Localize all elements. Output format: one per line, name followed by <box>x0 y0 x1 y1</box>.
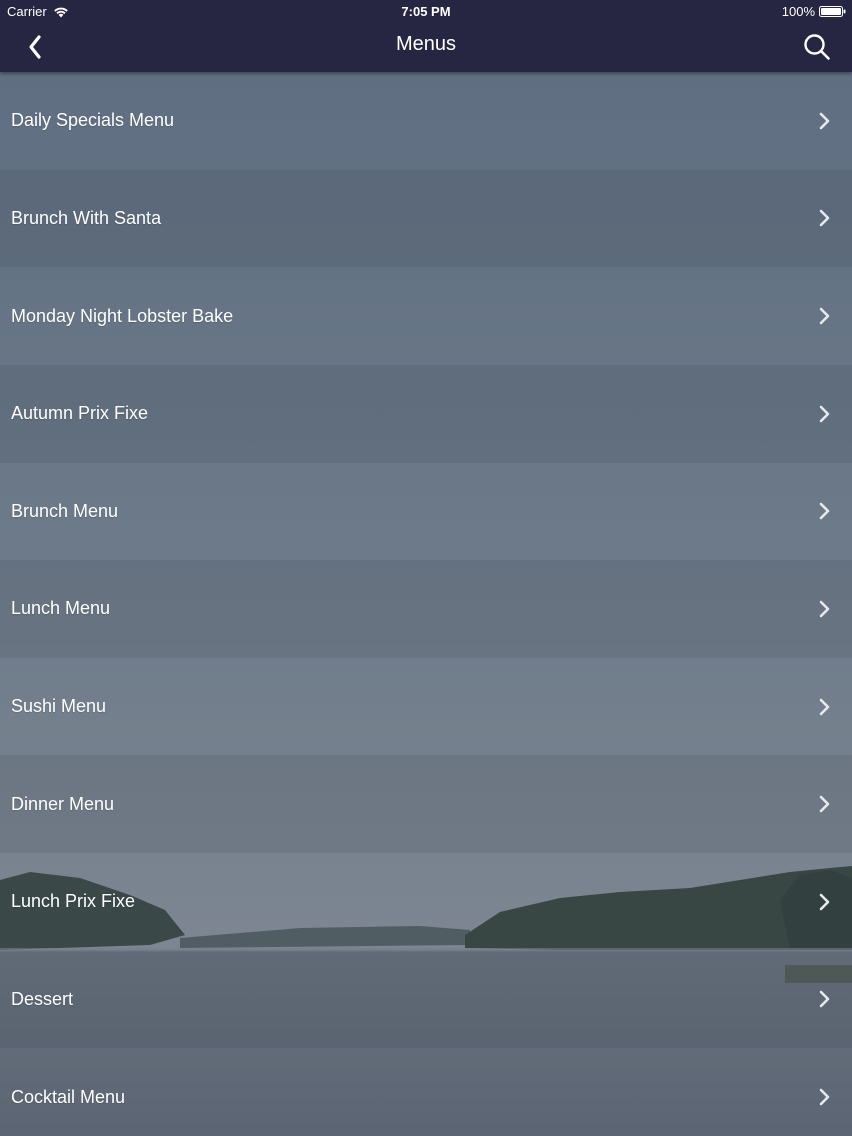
menu-item-label: Monday Night Lobster Bake <box>11 305 234 326</box>
search-icon <box>804 34 830 60</box>
menu-item-label: Autumn Prix Fixe <box>11 403 149 424</box>
menu-item-daily-specials[interactable]: Daily Specials Menu <box>0 72 852 170</box>
menu-list: Daily Specials Menu Brunch With Santa Mo… <box>0 72 852 1136</box>
menu-item-label: Lunch Prix Fixe <box>11 891 136 912</box>
chevron-right-icon <box>819 503 830 520</box>
menu-item-label: Dessert <box>11 988 74 1009</box>
menus-screen: Carrier 7:05 PM 100% Menus Daily Special… <box>0 0 852 1136</box>
status-bar: Carrier 7:05 PM 100% <box>0 0 852 24</box>
menu-item-label: Brunch Menu <box>11 500 119 521</box>
menu-item-label: Cocktail Menu <box>11 1086 126 1107</box>
chevron-right-icon <box>819 698 830 715</box>
chevron-right-icon <box>819 1088 830 1106</box>
menu-item-monday-night-lobster-bake[interactable]: Monday Night Lobster Bake <box>0 267 852 365</box>
chevron-right-icon <box>819 307 830 325</box>
top-bar: Carrier 7:05 PM 100% Menus <box>0 0 852 72</box>
menu-item-dessert[interactable]: Dessert <box>0 950 852 1049</box>
menu-item-label: Daily Specials Menu <box>11 110 175 131</box>
menu-item-dinner-menu[interactable]: Dinner Menu <box>0 755 852 853</box>
navigation-bar: Menus <box>0 24 852 72</box>
menu-item-brunch-with-santa[interactable]: Brunch With Santa <box>0 169 852 268</box>
battery-icon <box>819 6 846 17</box>
menu-item-label: Sushi Menu <box>11 696 107 717</box>
menu-item-sushi-menu[interactable]: Sushi Menu <box>0 657 852 756</box>
battery-indicator: 100% <box>782 4 846 19</box>
menu-item-label: Brunch With Santa <box>11 207 162 228</box>
chevron-right-icon <box>819 600 830 618</box>
search-button[interactable] <box>800 30 834 64</box>
chevron-right-icon <box>819 893 830 911</box>
menu-item-lunch-prix-fixe[interactable]: Lunch Prix Fixe <box>0 853 852 951</box>
battery-percentage: 100% <box>781 4 815 19</box>
chevron-right-icon <box>819 112 830 130</box>
chevron-right-icon <box>819 210 830 227</box>
menu-item-lunch-menu[interactable]: Lunch Menu <box>0 560 852 658</box>
menu-item-autumn-prix-fixe[interactable]: Autumn Prix Fixe <box>0 364 852 463</box>
menu-item-label: Dinner Menu <box>11 793 115 814</box>
page-title: Menus <box>395 33 457 55</box>
menu-item-brunch-menu[interactable]: Brunch Menu <box>0 462 852 561</box>
clock: 7:05 PM <box>401 4 451 19</box>
menu-item-label: Lunch Menu <box>11 598 111 619</box>
menu-item-cocktail-menu[interactable]: Cocktail Menu <box>0 1048 852 1136</box>
chevron-right-icon <box>819 991 830 1008</box>
chevron-right-icon <box>819 405 830 422</box>
chevron-right-icon <box>819 795 830 813</box>
